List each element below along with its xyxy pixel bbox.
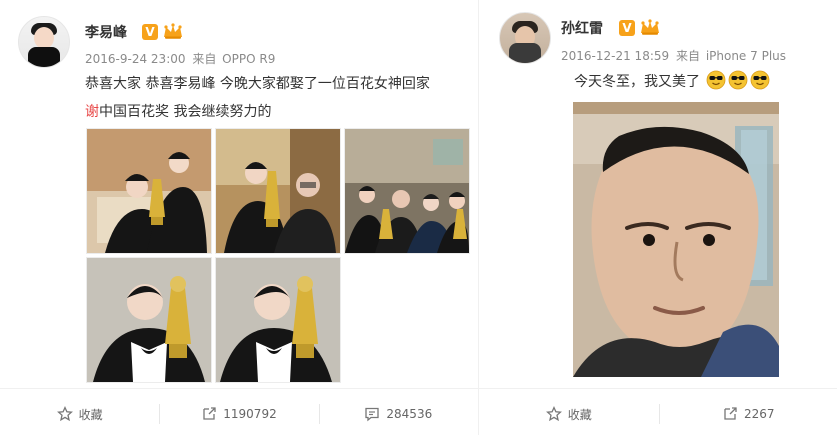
post-timestamp[interactable]: 2016-12-21 18:59 [561, 49, 669, 63]
crown-icon [641, 19, 659, 35]
post-text: 恭喜大家 恭喜李易峰 今晚大家都娶了一位百花女神回家 谢中国百花奖 我会继续努力… [85, 70, 475, 126]
verified-badge: V [619, 20, 635, 36]
action-bar-divider [0, 388, 478, 389]
photo-thumbnail[interactable] [344, 128, 470, 254]
post-text-line-1: 恭喜大家 恭喜李易峰 今晚大家都娶了一位百花女神回家 [85, 76, 430, 92]
post-meta: 2016-9-24 23:00 来自 OPPO R9 [85, 50, 275, 67]
repost-count: 2267 [743, 407, 775, 421]
crown-icon [164, 23, 182, 39]
right-weibo-post: 孙红雷 V 2016-12-21 18:59 来自 iPhone 7 Plus … [478, 0, 837, 435]
share-icon [203, 407, 216, 420]
repost-count: 1190792 [223, 407, 277, 421]
favorite-label: 收藏 [567, 407, 592, 422]
photo-thumbnail[interactable] [86, 257, 212, 383]
avatar-shirt [509, 43, 541, 63]
thanks-mark: 谢 [85, 104, 99, 120]
repost-button[interactable]: 2267 [658, 395, 837, 433]
verified-badge: V [142, 24, 158, 40]
favorite-label: 收藏 [78, 407, 103, 422]
avatar-face [34, 27, 54, 49]
comment-count: 284536 [386, 407, 433, 421]
avatar-li-yifeng[interactable] [18, 16, 70, 68]
from-label: 来自 [192, 52, 217, 66]
device-name: iPhone 7 Plus [705, 49, 787, 63]
post-meta: 2016-12-21 18:59 来自 iPhone 7 Plus [561, 47, 786, 64]
photo-thumbnail[interactable] [215, 128, 341, 254]
action-bar-divider [479, 388, 837, 389]
repost-button[interactable]: 1190792 [159, 395, 318, 433]
photo-thumbnail[interactable] [215, 257, 341, 383]
comment-icon [365, 407, 380, 422]
star-icon [545, 406, 562, 422]
post-timestamp[interactable]: 2016-9-24 23:00 [85, 52, 186, 66]
device-name: OPPO R9 [222, 52, 276, 66]
post-text: 今天冬至，我又美了 [574, 68, 829, 96]
sunglasses-smile-icon [729, 70, 748, 90]
post-text-line-2-rest: 中国百花奖 我会继续努力的 [99, 104, 272, 120]
favorite-button[interactable]: 收藏 [0, 395, 159, 433]
favorite-button[interactable]: 收藏 [479, 395, 659, 433]
share-icon [724, 407, 737, 420]
action-bar: 收藏 2267 [479, 395, 837, 433]
from-label: 来自 [675, 49, 700, 63]
photo-thumbnail[interactable] [86, 128, 212, 254]
post-text-content: 今天冬至，我又美了 [574, 74, 700, 90]
left-weibo-post: 李易峰 V 2016-9-24 23:00 来自 OPPO R9 恭喜大家 恭喜… [0, 0, 478, 435]
avatar-sun-honglei[interactable] [499, 12, 551, 64]
username[interactable]: 李易峰 [85, 22, 127, 42]
username[interactable]: 孙红雷 [561, 18, 603, 38]
avatar-suit [28, 47, 60, 67]
sunglasses-smile-icon [751, 70, 770, 90]
post-text-line-2: 谢中国百花奖 我会继续努力的 [85, 98, 475, 126]
selfie-photo[interactable] [573, 102, 779, 377]
star-icon [56, 406, 73, 422]
action-bar: 收藏 1190792 284536 [0, 395, 478, 433]
sunglasses-smile-icon [707, 70, 726, 90]
comment-button[interactable]: 284536 [318, 395, 478, 433]
